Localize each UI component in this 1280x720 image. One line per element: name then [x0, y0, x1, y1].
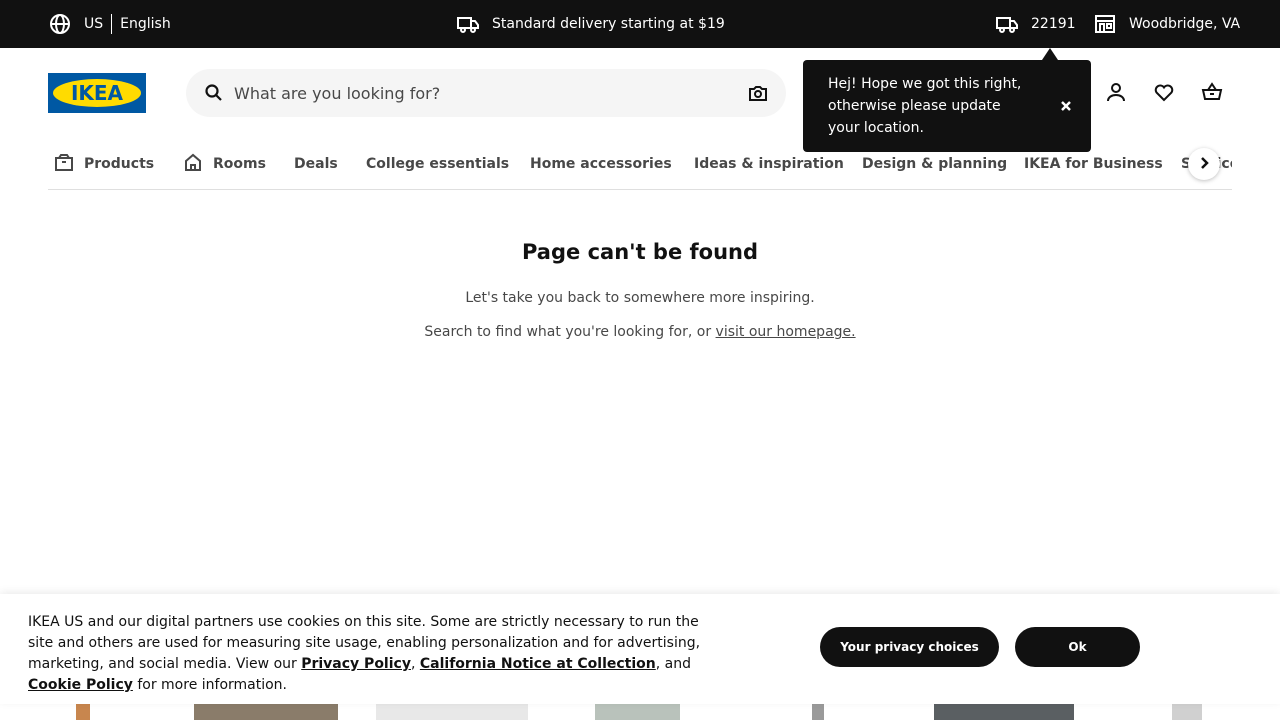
nav-item-label: Deals	[294, 156, 338, 172]
california-notice-link[interactable]: California Notice at Collection	[420, 656, 656, 672]
box-icon	[54, 152, 84, 176]
store-selector[interactable]: Woodbridge, VA	[1093, 0, 1240, 48]
home-icon	[183, 152, 213, 176]
nav-item-rooms[interactable]: Rooms	[183, 138, 266, 189]
nav-item-label: Products	[84, 156, 155, 172]
delivery-text: Standard delivery starting at $19	[492, 16, 725, 32]
chevron-right-icon	[1197, 155, 1211, 174]
camera-icon[interactable]	[748, 83, 768, 107]
privacy-choices-button[interactable]: Your privacy choices	[820, 627, 999, 667]
logo-oval: IKEA	[53, 79, 141, 107]
heart-icon[interactable]	[1153, 81, 1175, 107]
search-bar	[186, 69, 786, 117]
ok-button[interactable]: Ok	[1015, 627, 1140, 667]
nav-item-label: Design & planning	[862, 156, 1008, 172]
nav-item-deals[interactable]: Deals	[294, 138, 338, 189]
page-title: Page can't be found	[521, 240, 758, 264]
truck-icon	[995, 12, 1019, 36]
privacy-policy-link[interactable]: Privacy Policy	[301, 656, 411, 672]
cookie-text-part2: for more information.	[132, 677, 288, 693]
user-icon[interactable]	[1105, 81, 1127, 107]
zip-code: 22191	[1031, 16, 1076, 32]
language-label: English	[120, 16, 171, 32]
nav-item-college-essentials[interactable]: College essentials	[366, 138, 510, 189]
cart-icon[interactable]	[1201, 81, 1223, 107]
divider	[111, 14, 113, 34]
tooltip-text: Hej! Hope we got this right, otherwise p…	[828, 76, 1022, 136]
cookie-banner: IKEA US and our digital partners use coo…	[0, 594, 1280, 704]
store-name: Woodbridge, VA	[1129, 16, 1241, 32]
search-hint: Search to find what you're looking for, …	[0, 324, 1280, 340]
cookie-sep: ,	[410, 656, 420, 672]
country-label: US	[84, 16, 104, 32]
delivery-info[interactable]: Standard delivery starting at $19	[456, 0, 725, 48]
store-icon	[1093, 12, 1117, 36]
logo-text: IKEA	[70, 81, 124, 105]
location-tooltip: Hej! Hope we got this right, otherwise p…	[803, 60, 1091, 152]
language-selector[interactable]: US English	[48, 0, 171, 48]
cookie-sep: , and	[655, 656, 692, 672]
search-icon[interactable]	[204, 83, 224, 107]
ikea-logo[interactable]: IKEA	[48, 73, 146, 113]
nav-item-products[interactable]: Products	[54, 138, 155, 189]
nav-item-label: College essentials	[366, 156, 510, 172]
nav-next-button[interactable]	[1188, 148, 1220, 180]
cookie-text: IKEA US and our digital partners use coo…	[28, 612, 708, 696]
search-hint-text: Search to find what you're looking for, …	[424, 324, 716, 340]
nav-item-label: IKEA for Business	[1024, 156, 1163, 172]
cookie-policy-link[interactable]: Cookie Policy	[28, 677, 133, 693]
nav-item-home-accessories[interactable]: Home accessories	[530, 138, 672, 189]
nav-item-label: Home accessories	[530, 156, 672, 172]
search-input[interactable]	[234, 69, 734, 117]
nav-item-label: Ideas & inspiration	[694, 156, 844, 172]
tooltip-arrow	[1042, 48, 1058, 60]
zip-selector[interactable]: 22191	[995, 0, 1076, 48]
nav-item-label: Rooms	[213, 156, 266, 172]
close-icon[interactable]	[1059, 98, 1073, 112]
top-bar: US English Standard delivery starting at…	[0, 0, 1280, 48]
subtitle: Let's take you back to somewhere more in…	[465, 290, 815, 306]
globe-icon	[48, 12, 72, 36]
homepage-link[interactable]: visit our homepage.	[716, 324, 856, 340]
truck-icon	[456, 12, 480, 36]
